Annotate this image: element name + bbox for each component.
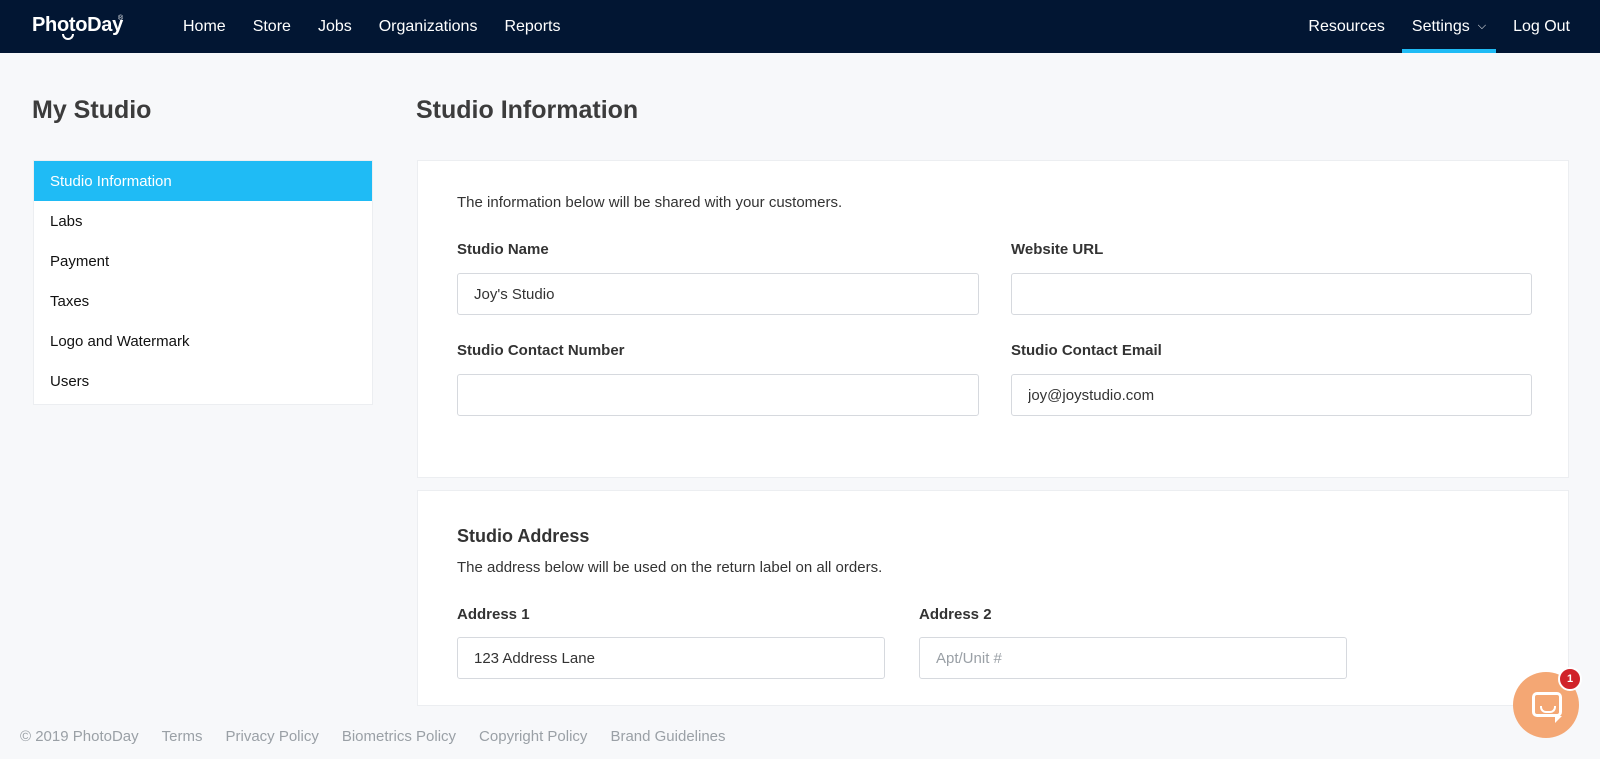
nav-jobs[interactable]: Jobs: [318, 0, 352, 53]
studio-address-description: The address below will be used on the re…: [457, 559, 883, 576]
contact-email-label: Studio Contact Email: [1011, 342, 1162, 359]
logo-smile-icon: [62, 34, 74, 40]
contact-email-input[interactable]: [1011, 374, 1532, 416]
address1-input[interactable]: [457, 637, 885, 679]
nav-resources[interactable]: Resources: [1308, 0, 1384, 53]
chevron-down-icon: ⌵: [1477, 20, 1487, 32]
footer-link-brand-guidelines[interactable]: Brand Guidelines: [610, 728, 725, 745]
nav-logout[interactable]: Log Out: [1513, 0, 1570, 53]
nav-settings[interactable]: Settings ⌵: [1401, 0, 1497, 53]
secondary-nav: Resources Settings ⌵ Log Out: [1281, 0, 1570, 53]
primary-nav: Home Store Jobs Organizations Reports: [183, 0, 587, 53]
nav-organizations[interactable]: Organizations: [379, 0, 478, 53]
nav-home[interactable]: Home: [183, 0, 226, 53]
studio-name-label: Studio Name: [457, 241, 549, 258]
studio-info-description: The information below will be shared wit…: [457, 194, 843, 211]
footer: © 2019 PhotoDay Terms Privacy Policy Bio…: [20, 728, 749, 745]
nav-reports[interactable]: Reports: [504, 0, 560, 53]
sidebar-item-studio-information[interactable]: Studio Information: [34, 161, 372, 201]
footer-link-copyright-policy[interactable]: Copyright Policy: [479, 728, 587, 745]
contact-number-input[interactable]: [457, 374, 979, 416]
photoday-logo[interactable]: PhotoDay: [32, 14, 123, 37]
studio-name-input[interactable]: [457, 273, 979, 315]
top-navbar: PhotoDay ® Home Store Jobs Organizations…: [0, 0, 1600, 53]
studio-address-title: Studio Address: [457, 526, 590, 546]
contact-number-label: Studio Contact Number: [457, 342, 625, 359]
chat-tail-shape: [1555, 716, 1562, 723]
website-url-input[interactable]: [1011, 273, 1532, 315]
website-url-label: Website URL: [1011, 241, 1104, 258]
nav-settings-label: Settings: [1411, 17, 1470, 35]
studio-info-card: The information below will be shared wit…: [417, 160, 1569, 478]
footer-copyright: © 2019 PhotoDay: [20, 728, 139, 745]
footer-link-privacy-policy[interactable]: Privacy Policy: [225, 728, 318, 745]
studio-address-card: Studio Address The address below will be…: [417, 490, 1569, 706]
sidebar-item-users[interactable]: Users: [34, 361, 372, 401]
chat-notification-badge: 1: [1558, 667, 1582, 691]
chat-icon: [1532, 692, 1562, 717]
sidebar-item-logo-and-watermark[interactable]: Logo and Watermark: [34, 321, 372, 361]
sidebar-item-payment[interactable]: Payment: [34, 241, 372, 281]
footer-link-terms[interactable]: Terms: [162, 728, 203, 745]
logo-trademark: ®: [118, 15, 124, 22]
footer-link-biometrics-policy[interactable]: Biometrics Policy: [342, 728, 456, 745]
sidebar-item-labs[interactable]: Labs: [34, 201, 372, 241]
address2-input[interactable]: [919, 637, 1347, 679]
sidebar-title: My Studio: [32, 96, 152, 124]
sidebar-menu: Studio Information Labs Payment Taxes Lo…: [33, 160, 373, 405]
address2-label: Address 2: [919, 606, 992, 623]
sidebar-item-taxes[interactable]: Taxes: [34, 281, 372, 321]
address1-label: Address 1: [457, 606, 530, 623]
nav-store[interactable]: Store: [253, 0, 291, 53]
page-title: Studio Information: [416, 96, 639, 124]
